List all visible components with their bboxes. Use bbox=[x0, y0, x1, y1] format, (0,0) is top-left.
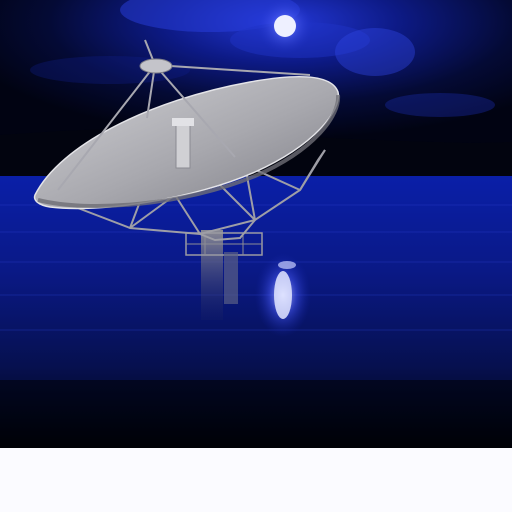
moon-reflection-core bbox=[274, 271, 292, 319]
night-scene bbox=[0, 0, 512, 448]
foreground-shadow bbox=[0, 380, 512, 448]
moon bbox=[274, 15, 296, 37]
scene-artwork bbox=[0, 0, 512, 448]
image-frame bbox=[0, 0, 512, 512]
bottom-blank-strip bbox=[0, 448, 512, 512]
subreflector bbox=[139, 58, 173, 74]
